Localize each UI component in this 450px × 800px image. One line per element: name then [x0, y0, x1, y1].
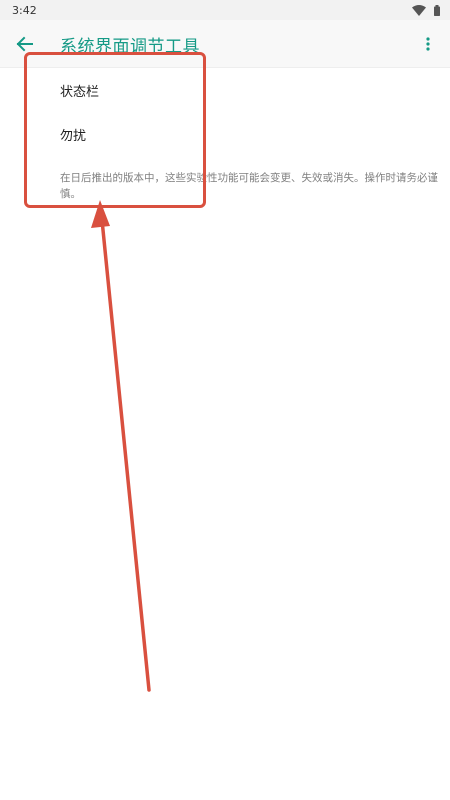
status-icons	[412, 4, 440, 16]
settings-item-label: 勿扰	[60, 128, 87, 144]
status-time: 3:42	[12, 3, 37, 17]
app-bar: 系统界面调节工具	[0, 20, 450, 68]
experimental-warning-note: 在日后推出的版本中，这些实验性功能可能会变更、失效或消失。操作时请务必谨慎。	[60, 172, 438, 200]
settings-item-label: 状态栏	[60, 84, 100, 100]
battery-icon	[434, 4, 440, 16]
arrow-back-icon	[16, 36, 33, 52]
settings-item-status-bar[interactable]: 状态栏	[0, 68, 450, 112]
page-title: 系统界面调节工具	[60, 37, 200, 57]
status-bar: 3:42	[0, 0, 450, 20]
more-vert-icon	[426, 37, 430, 51]
wifi-icon	[412, 4, 426, 16]
back-button[interactable]	[8, 28, 40, 60]
settings-item-do-not-disturb[interactable]: 勿扰	[0, 112, 450, 156]
more-options-button[interactable]	[412, 28, 444, 60]
